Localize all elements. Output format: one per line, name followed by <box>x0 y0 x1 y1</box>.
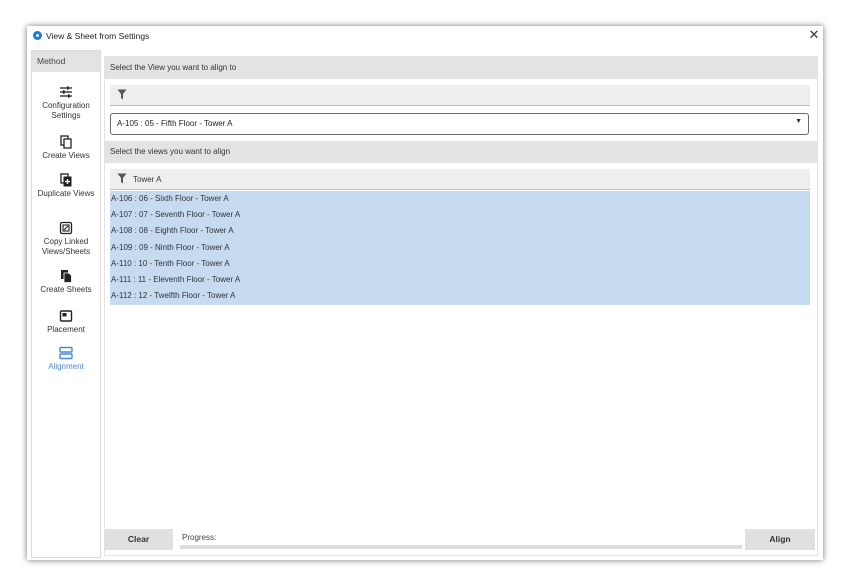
method-sidebar: Method Configuration Settings Create Vie… <box>31 50 101 558</box>
list-item[interactable]: A-106 : 06 - Sixth Floor - Tower A <box>110 191 810 207</box>
list-item[interactable]: A-111 : 11 - Eleventh Floor - Tower A <box>110 272 810 288</box>
target-view-value: A-105 : 05 - Fifth Floor - Tower A <box>117 119 233 128</box>
link-copy-icon <box>59 221 73 235</box>
views-header: Select the views you want to align <box>105 141 817 163</box>
filter-icon <box>117 173 127 184</box>
list-item[interactable]: A-112 : 12 - Twelfth Floor - Tower A <box>110 288 810 304</box>
sidebar-item-duplicate-views[interactable]: Duplicate Views <box>32 173 100 199</box>
sheets-icon <box>61 270 72 283</box>
progress-bar <box>180 545 742 549</box>
copy-icon <box>60 135 72 149</box>
window-title: View & Sheet from Settings <box>46 31 150 41</box>
alignment-panel: Select the View you want to align to A-1… <box>104 56 818 556</box>
views-filter-bar[interactable]: Tower A <box>110 169 810 190</box>
sidebar-item-placement[interactable]: Placement <box>32 309 100 335</box>
sidebar-item-label: Duplicate Views <box>37 189 95 198</box>
sidebar-item-label: Placement <box>47 325 85 334</box>
sidebar-item-label: Copy Linked Views/Sheets <box>41 237 91 256</box>
app-icon <box>33 31 42 40</box>
placement-icon <box>59 310 73 322</box>
list-item[interactable]: A-110 : 10 - Tenth Floor - Tower A <box>110 256 810 272</box>
target-view-header: Select the View you want to align to <box>105 57 817 79</box>
duplicate-icon <box>60 173 72 187</box>
sidebar-item-label: Alignment <box>48 362 84 371</box>
title-bar: View & Sheet from Settings ✕ <box>27 26 823 46</box>
chevron-down-icon: ▼ <box>795 118 802 125</box>
sidebar-item-copy-linked[interactable]: Copy Linked Views/Sheets <box>32 221 100 257</box>
list-item[interactable]: A-107 : 07 - Seventh Floor - Tower A <box>110 207 810 223</box>
clear-button[interactable]: Clear <box>104 529 173 550</box>
alignment-icon <box>59 346 73 360</box>
views-filter-text: Tower A <box>133 175 162 184</box>
sidebar-item-create-sheets[interactable]: Create Sheets <box>32 269 100 295</box>
target-view-dropdown[interactable]: A-105 : 05 - Fifth Floor - Tower A ▼ <box>110 113 809 135</box>
sidebar-item-configuration-settings[interactable]: Configuration Settings <box>32 85 100 121</box>
target-filter-bar[interactable] <box>110 85 810 106</box>
sidebar-item-label: Create Views <box>42 151 90 160</box>
sidebar-item-label: Configuration Settings <box>42 101 90 120</box>
align-button[interactable]: Align <box>745 529 815 550</box>
dialog-window: View & Sheet from Settings ✕ Method Conf… <box>27 26 823 560</box>
sliders-icon <box>60 86 72 98</box>
views-list[interactable]: A-106 : 06 - Sixth Floor - Tower A A-107… <box>110 191 810 305</box>
list-item[interactable]: A-109 : 09 - Ninth Floor - Tower A <box>110 240 810 256</box>
sidebar-item-label: Create Sheets <box>40 285 92 294</box>
progress-label: Progress: <box>182 533 217 542</box>
sidebar-header: Method <box>32 51 100 72</box>
sidebar-item-create-views[interactable]: Create Views <box>32 135 100 161</box>
sidebar-item-alignment[interactable]: Alignment <box>32 346 100 372</box>
list-item[interactable]: A-108 : 08 - Eighth Floor - Tower A <box>110 223 810 239</box>
close-button[interactable]: ✕ <box>807 28 821 42</box>
filter-icon <box>117 89 127 100</box>
